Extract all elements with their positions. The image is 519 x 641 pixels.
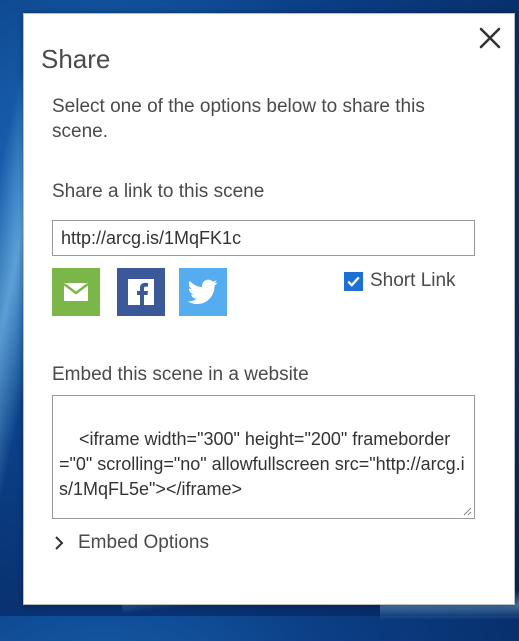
share-link-label: Share a link to this scene	[52, 181, 265, 202]
facebook-share-button[interactable]	[117, 268, 165, 316]
checkmark-icon	[347, 276, 360, 287]
short-link-checkbox[interactable]	[344, 271, 363, 291]
embed-options-toggle[interactable]: Embed Options	[54, 532, 209, 554]
embed-code-text: <iframe width="300" height="200" framebo…	[59, 429, 465, 499]
resize-grip-icon[interactable]	[462, 506, 472, 516]
embed-code-textarea[interactable]: <iframe width="300" height="200" framebo…	[52, 395, 475, 519]
email-icon	[63, 283, 89, 301]
short-link-label: Short Link	[370, 270, 456, 291]
chevron-right-icon	[54, 535, 64, 551]
close-icon[interactable]	[476, 24, 504, 52]
share-dialog: Share Select one of the options below to…	[23, 13, 515, 605]
dialog-description: Select one of the options below to share…	[52, 96, 425, 142]
twitter-icon	[188, 279, 218, 304]
twitter-share-button[interactable]	[179, 268, 227, 316]
embed-options-label: Embed Options	[78, 532, 209, 553]
share-link-input[interactable]	[52, 220, 475, 256]
embed-label: Embed this scene in a website	[52, 364, 309, 385]
dialog-title: Share	[41, 44, 111, 74]
facebook-icon	[128, 279, 154, 305]
email-share-button[interactable]	[52, 268, 100, 316]
short-link-toggle[interactable]: Short Link	[344, 270, 456, 292]
